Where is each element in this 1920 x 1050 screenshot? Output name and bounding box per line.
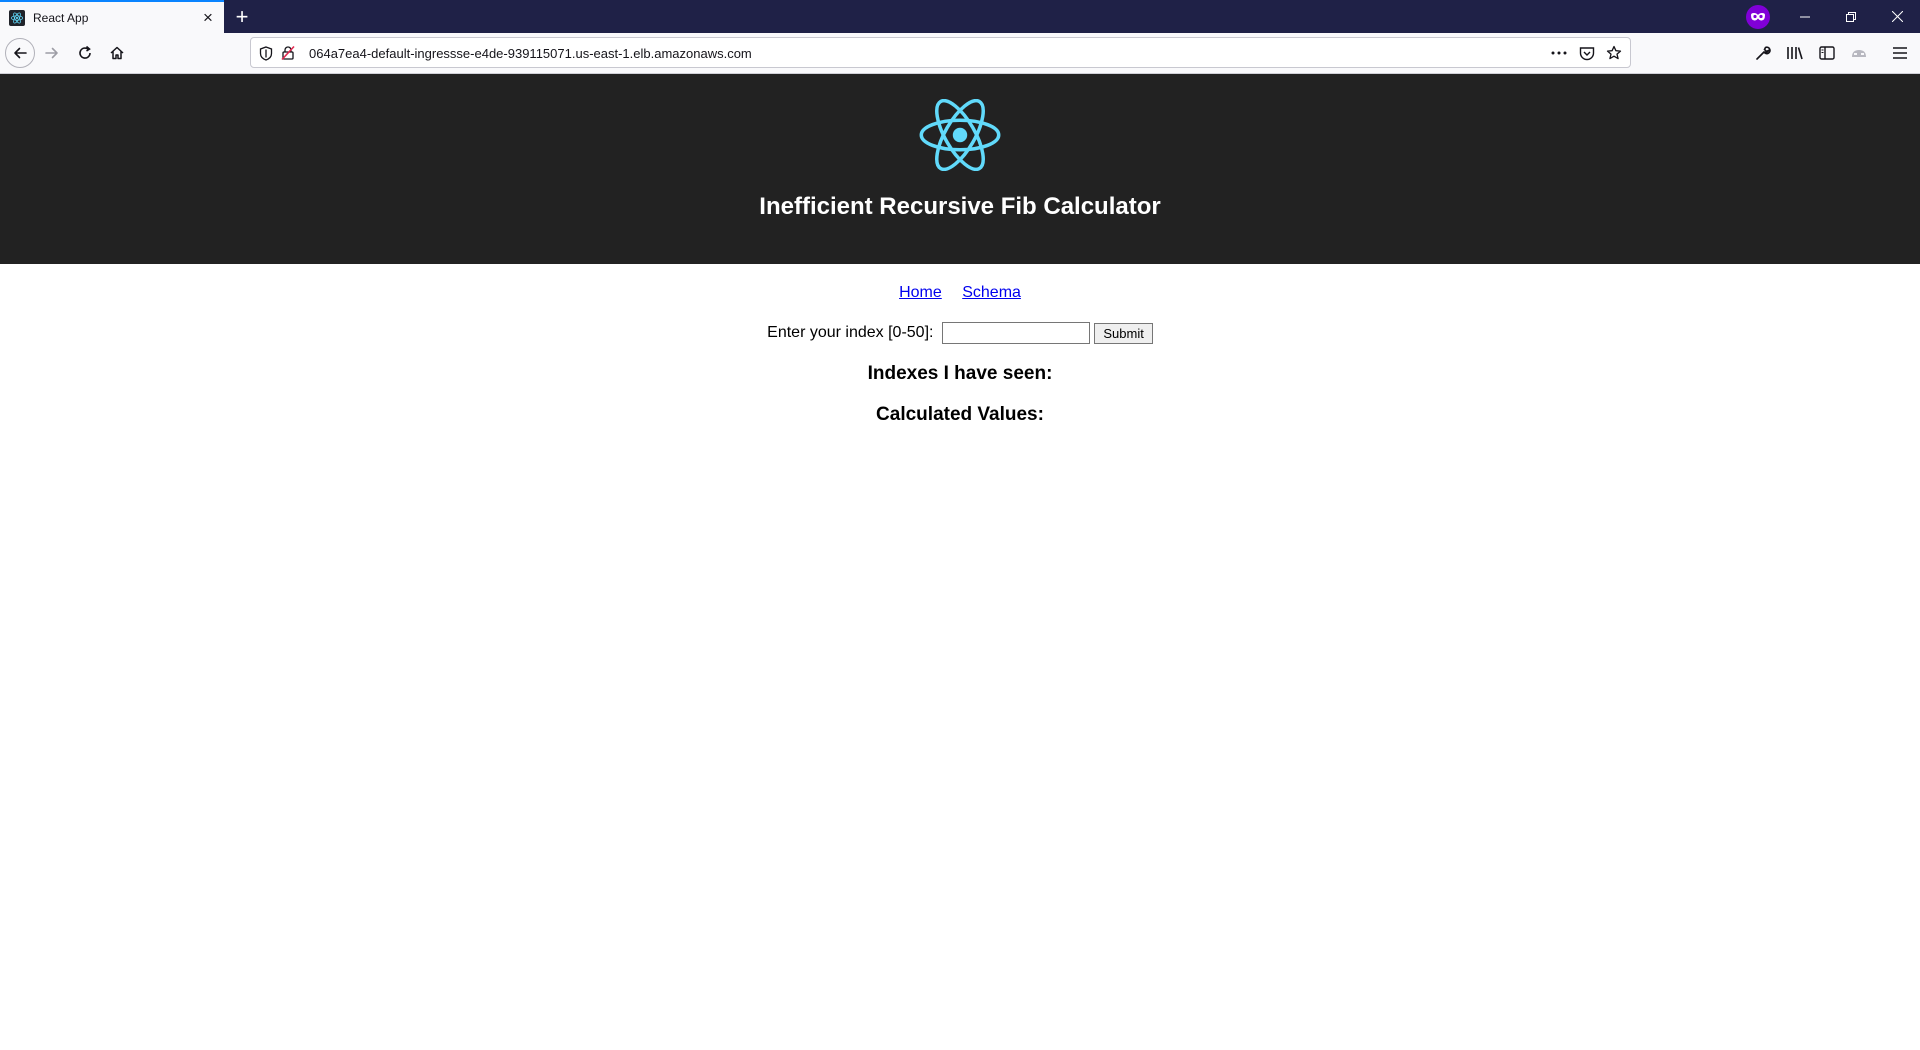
pocket-icon[interactable] [1578,44,1596,62]
menu-icon[interactable] [1888,41,1912,65]
url-text[interactable]: 064a7ea4-default-ingressse-e4de-93911507… [309,46,752,61]
react-favicon-icon [9,9,25,26]
react-logo-icon [919,99,1001,171]
schema-link[interactable]: Schema [962,284,1021,301]
more-icon[interactable] [1550,44,1568,62]
url-bar[interactable]: 064a7ea4-default-ingressse-e4de-93911507… [250,37,1631,68]
account-icon[interactable] [1847,41,1871,65]
navigation-toolbar: 064a7ea4-default-ingressse-e4de-93911507… [0,33,1920,74]
library-icon[interactable] [1783,41,1807,65]
minimize-icon[interactable] [1782,0,1828,33]
tab-strip: React App × + [0,0,1920,33]
back-icon[interactable] [5,38,35,68]
browser-tab[interactable]: React App × [0,0,224,33]
reload-icon[interactable] [70,38,100,68]
insecure-lock-icon[interactable] [279,44,297,62]
index-label: Enter your index [0-50]: [767,324,934,341]
home-icon[interactable] [102,38,132,68]
close-window-icon[interactable] [1874,0,1920,33]
star-icon[interactable] [1605,44,1623,62]
calculated-values-heading: Calculated Values: [876,404,1044,425]
home-link[interactable]: Home [899,284,942,301]
indexes-heading: Indexes I have seen: [867,363,1053,384]
shield-icon[interactable] [257,44,275,62]
close-tab-icon[interactable]: × [196,6,220,30]
sidebar-icon[interactable] [1815,41,1839,65]
index-form: Enter your index [0-50]: Submit [0,322,1920,344]
tab-title: React App [33,10,89,25]
wrench-icon[interactable] [1751,41,1775,65]
restore-icon[interactable] [1828,0,1874,33]
nav-links: Home Schema [0,284,1920,302]
submit-button[interactable]: Submit [1094,322,1153,344]
private-browsing-icon [1746,5,1770,29]
app-title: Inefficient Recursive Fib Calculator [759,193,1161,220]
new-tab-plus-icon[interactable]: + [228,3,256,31]
index-input[interactable] [941,322,1090,344]
forward-icon[interactable] [37,38,67,68]
